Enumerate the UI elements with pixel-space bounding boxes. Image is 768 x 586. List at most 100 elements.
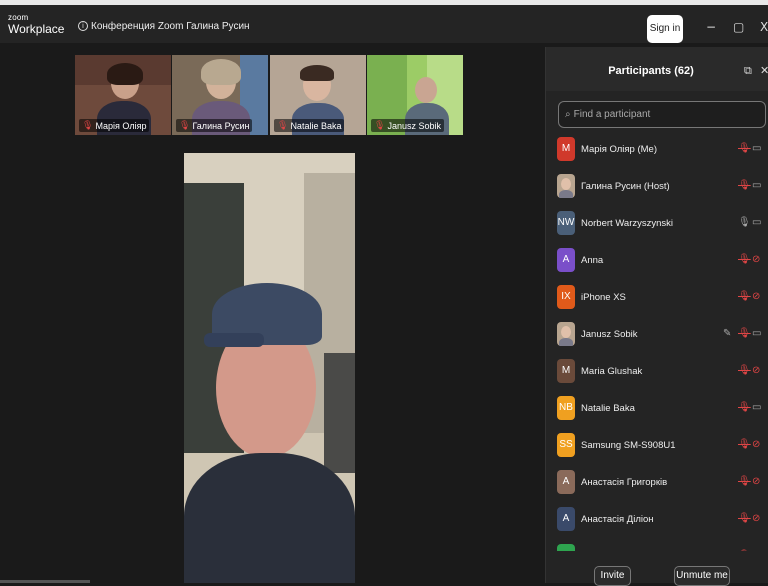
participant-name: Natalie Baka: [581, 403, 635, 414]
participant-avatar: NW: [557, 211, 575, 235]
mic-muted-icon[interactable]: 🎙: [738, 476, 751, 488]
participant-list[interactable]: M Марія Оліяр (Me) 🎙 ▭ Галина Русин (Host) 🎙 ▭…: [546, 133, 768, 551]
video-on-icon[interactable]: ▭: [752, 143, 761, 155]
gallery-tile-name: 🎙 Галина Русин: [176, 119, 253, 132]
mic-muted-icon: 🎙: [179, 120, 191, 130]
sign-in-button[interactable]: Sign in: [647, 15, 683, 43]
gallery-tile-4[interactable]: 🎙 Janusz Sobik: [367, 55, 463, 135]
participant-name: Janusz Sobik: [581, 329, 638, 340]
video-stage: 🎙 Марія Оліяр 🎙 Галина Русин 🎙 Natalie Baka…: [0, 43, 545, 583]
mic-muted-icon: 🎙: [82, 120, 94, 130]
video-off-icon[interactable]: ⊘: [752, 291, 760, 303]
video-off-icon[interactable]: ⊘: [752, 550, 760, 551]
participant-row[interactable]: A Анастасія Діліон 🎙 ⊘: [546, 503, 768, 540]
participant-row[interactable]: SS Samsung SM-S908U1 🎙 ⊘: [546, 429, 768, 466]
mic-on-icon[interactable]: 🎙: [738, 217, 751, 229]
mic-muted-icon[interactable]: 🎙: [738, 143, 751, 155]
participant-row[interactable]: IX iPhone XS 🎙 ⊘: [546, 281, 768, 318]
participant-search[interactable]: ⌕: [558, 101, 766, 128]
participant-avatar: A: [557, 507, 575, 531]
video-off-icon[interactable]: ⊘: [752, 476, 760, 488]
video-on-icon[interactable]: ▭: [752, 328, 761, 340]
tile-name-text: Janusz Sobik: [387, 120, 441, 131]
participant-avatar: NB: [557, 396, 575, 420]
invite-button[interactable]: Invite: [594, 566, 631, 586]
participant-row[interactable]: Janusz Sobik ✎ 🎙 ▭: [546, 318, 768, 355]
participant-row[interactable]: NW Norbert Warzyszynski 🎙 ▭: [546, 207, 768, 244]
participant-row[interactable]: M Maria Glushak 🎙 ⊘: [546, 355, 768, 392]
participants-panel: Participants (62) ⧉ ✕ ⌕ M Марія Оліяр (Me…: [545, 47, 768, 586]
participant-row[interactable]: A Anna 🎙 ⊘: [546, 244, 768, 281]
video-on-icon[interactable]: ▭: [752, 217, 761, 229]
popout-icon[interactable]: ⧉: [744, 64, 752, 78]
close-window-button[interactable]: X: [760, 21, 768, 33]
close-panel-icon[interactable]: ✕: [760, 64, 768, 77]
mic-muted-icon[interactable]: 🎙: [738, 402, 751, 414]
participant-name: Анастасія Діліон: [581, 514, 654, 525]
participant-name: Anna: [581, 255, 604, 266]
mic-muted-icon[interactable]: 🎙: [738, 365, 751, 377]
gallery-tile-name: 🎙 Марія Оліяр: [79, 119, 150, 132]
video-on-icon[interactable]: ▭: [752, 180, 761, 192]
zoom-workplace-logo: zoom Workplace: [8, 13, 65, 36]
unmute-me-button[interactable]: Unmute me: [674, 566, 730, 586]
participant-name: iPhone XS: [581, 292, 626, 303]
logo-workplace-text: Workplace: [8, 22, 65, 36]
title-bar: zoom Workplace i Конференция Zoom Галина…: [0, 5, 768, 43]
mic-muted-icon: 🎙: [277, 120, 289, 130]
mic-muted-icon[interactable]: 🎙: [738, 439, 751, 451]
participant-name: Maria Glushak: [581, 366, 643, 377]
search-input[interactable]: [573, 109, 754, 120]
gallery-tile-name: 🎙 Natalie Baka: [274, 119, 345, 132]
participant-row[interactable]: M Марія Оліяр (Me) 🎙 ▭: [546, 133, 768, 170]
participant-name: Анастасія Григорків: [581, 477, 668, 488]
participant-avatar: [557, 174, 575, 198]
video-off-icon[interactable]: ⊘: [752, 439, 760, 451]
mic-muted-icon: 🎙: [374, 120, 386, 130]
participant-row[interactable]: 🎙⊘: [546, 540, 768, 551]
participant-name: Марія Оліяр (Me): [581, 144, 658, 155]
participant-avatar: M: [557, 359, 575, 383]
mic-muted-icon[interactable]: 🎙: [738, 328, 751, 340]
tile-name-text: Галина Русин: [192, 120, 250, 131]
tile-name-text: Марія Оліяр: [95, 120, 147, 131]
gallery-tile-1[interactable]: 🎙 Марія Оліяр: [75, 55, 171, 135]
video-off-icon[interactable]: ⊘: [752, 254, 760, 266]
participants-footer: Invite Unmute me: [546, 558, 768, 586]
participant-row[interactable]: Галина Русин (Host) 🎙 ▭: [546, 170, 768, 207]
participant-avatar: A: [557, 470, 575, 494]
mic-muted-icon[interactable]: 🎙: [738, 550, 751, 551]
participants-header: Participants (62) ⧉ ✕: [546, 47, 768, 91]
search-icon: ⌕: [565, 109, 571, 120]
participant-avatar: [557, 544, 575, 551]
gallery-tile-2[interactable]: 🎙 Галина Русин: [172, 55, 268, 135]
mic-muted-icon[interactable]: 🎙: [738, 513, 751, 525]
participants-title: Participants (62): [608, 65, 694, 77]
participant-avatar: M: [557, 137, 575, 161]
participant-row[interactable]: A Анастасія Григорків 🎙 ⊘: [546, 466, 768, 503]
gallery-tile-name: 🎙 Janusz Sobik: [371, 119, 444, 132]
participant-name: Norbert Warzyszynski: [581, 218, 674, 229]
participant-avatar: [557, 322, 575, 346]
tile-name-text: Natalie Baka: [290, 120, 342, 131]
video-on-icon[interactable]: ▭: [752, 402, 761, 414]
participant-avatar: A: [557, 248, 575, 272]
participant-name: Галина Русин (Host): [581, 181, 670, 192]
video-off-icon[interactable]: ⊘: [752, 365, 760, 377]
edit-pencil-icon[interactable]: ✎: [723, 328, 731, 340]
meeting-title: Конференция Zoom Галина Русин: [91, 21, 250, 32]
participant-row[interactable]: NB Natalie Baka 🎙 ▭: [546, 392, 768, 429]
active-speaker-video[interactable]: [184, 153, 355, 583]
logo-zoom-text: zoom: [8, 13, 29, 22]
mic-muted-icon[interactable]: 🎙: [738, 180, 751, 192]
mic-muted-icon[interactable]: 🎙: [738, 254, 751, 266]
gallery-tile-3[interactable]: 🎙 Natalie Baka: [270, 55, 366, 135]
participant-name: Samsung SM-S908U1: [581, 440, 676, 451]
participant-avatar: SS: [557, 433, 575, 457]
mic-muted-icon[interactable]: 🎙: [738, 291, 751, 303]
restore-button[interactable]: ▢: [733, 21, 744, 33]
meeting-info-icon[interactable]: i: [78, 21, 88, 31]
participant-avatar: IX: [557, 285, 575, 309]
video-off-icon[interactable]: ⊘: [752, 513, 760, 525]
minimize-button[interactable]: −: [706, 21, 716, 33]
